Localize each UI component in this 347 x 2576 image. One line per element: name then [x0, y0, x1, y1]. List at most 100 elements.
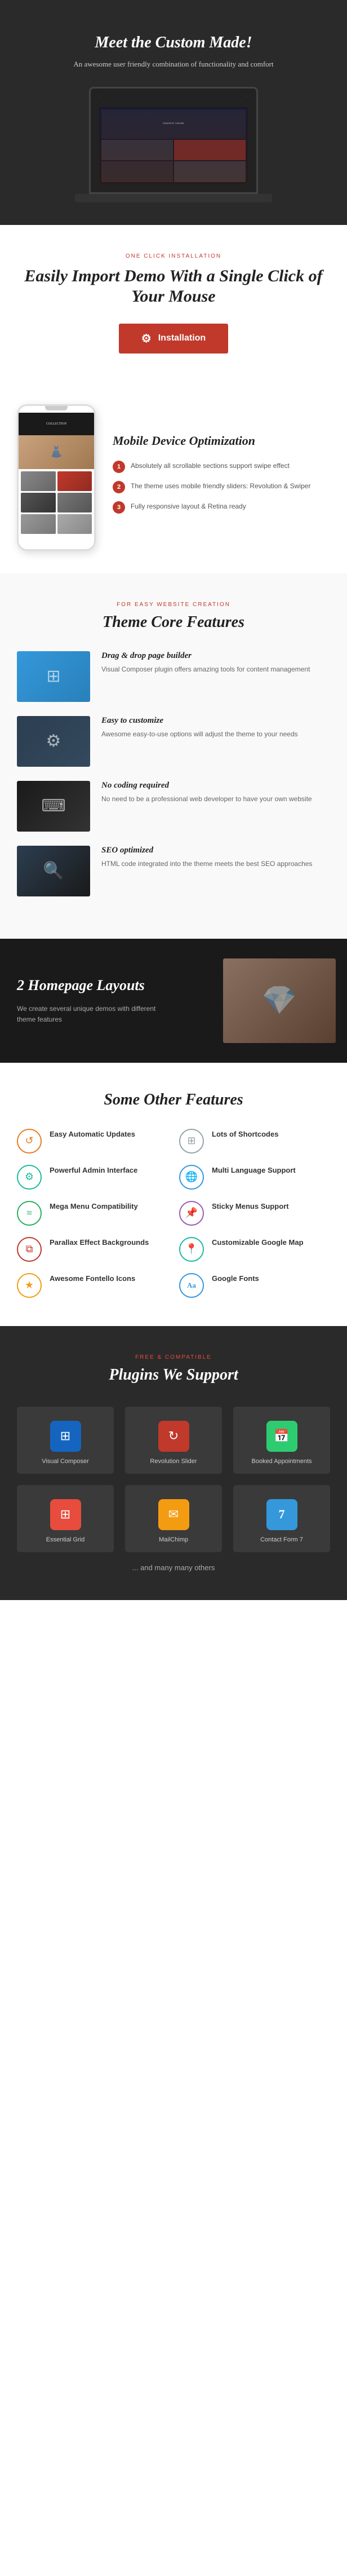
feat-item-6: 📌 Sticky Menus Support [179, 1201, 330, 1226]
feature-title-2: Easy to customize [101, 716, 330, 726]
other-features-title: Some Other Features [17, 1091, 330, 1109]
install-icon: ⚙ [141, 332, 152, 346]
feature-row-2: ⚙ Easy to customize Awesome easy-to-use … [17, 716, 330, 767]
feature-desc-1: Drag & drop page builder Visual Composer… [101, 651, 330, 675]
feature-row-1: ⊞ Drag & drop page builder Visual Compos… [17, 651, 330, 702]
phone-thumb-4 [57, 493, 92, 512]
feat-item-3: ⚙ Powerful Admin Interface [17, 1165, 168, 1190]
feature-desc-4: SEO optimized HTML code integrated into … [101, 846, 330, 869]
layouts-decoration: 💎 [223, 958, 336, 1043]
installation-title: Easily Import Demo With a Single Click o… [23, 266, 324, 307]
feat-label-2: Lots of Shortcodes [212, 1130, 278, 1138]
feature-img-inner-3: ⌨ [17, 781, 90, 832]
plugin-item-cf: 7 Contact Form 7 [233, 1485, 330, 1552]
phone-notch [45, 406, 68, 410]
plugin-item-vc: ⊞ Visual Composer [17, 1407, 114, 1474]
plugin-name-vc: Visual Composer [42, 1457, 89, 1465]
mobile-feature-text-3: Fully responsive layout & Retina ready [131, 501, 246, 511]
plugin-item-mc: ✉ MailChimp [125, 1485, 222, 1552]
feature-image-2: ⚙ [17, 716, 90, 767]
phone-thumb-6 [57, 514, 92, 534]
layouts-text: We create several unique demos with diff… [17, 1004, 174, 1025]
google-map-icon: 📍 [179, 1237, 204, 1262]
screen-body: FASHION THEME [99, 107, 248, 184]
installation-button[interactable]: ⚙ Installation [119, 324, 228, 354]
mobile-feature-1: 1 Absolutely all scrollable sections sup… [113, 461, 330, 473]
phone-screen-strip: COLLECTION [19, 413, 94, 435]
feature-title-1: Drag & drop page builder [101, 651, 330, 661]
phone-mockup: COLLECTION 👗 [17, 404, 96, 551]
fontello-icon: ★ [17, 1273, 42, 1298]
layouts-title: 2 Homepage Layouts [17, 976, 174, 995]
parallax-icon: ⧉ [17, 1237, 42, 1262]
feature-title-3: No coding required [101, 781, 330, 790]
feat-label-7: Parallax Effect Backgrounds [50, 1238, 149, 1247]
feat-label-10: Google Fonts [212, 1274, 259, 1283]
hero-title: Meet the Custom Made! [23, 34, 324, 52]
mobile-text: Mobile Device Optimization 1 Absolutely … [113, 433, 330, 522]
plugin-item-eg: ⊞ Essential Grid [17, 1485, 114, 1552]
essential-grid-icon: ⊞ [50, 1499, 81, 1530]
laptop-mockup: FASHION THEME [89, 87, 258, 194]
feat-label-3: Powerful Admin Interface [50, 1166, 137, 1174]
feat-label-8: Customizable Google Map [212, 1238, 304, 1247]
drag-drop-icon: ⊞ [46, 666, 60, 686]
installation-section: ONE CLICK INSTALLATION Easily Import Dem… [0, 225, 347, 382]
feature-desc-3: No coding required No need to be a profe… [101, 781, 330, 805]
phone-thumb-1 [21, 471, 56, 491]
mobile-feature-text-2: The theme uses mobile friendly sliders: … [131, 481, 310, 491]
feat-item-7: ⧉ Parallax Effect Backgrounds [17, 1237, 168, 1262]
feature-text-4: HTML code integrated into the theme meet… [101, 859, 330, 869]
contact-form-icon: 7 [266, 1499, 297, 1530]
customize-icon: ⚙ [46, 731, 61, 751]
feature-image-3: ⌨ [17, 781, 90, 832]
feature-img-inner-4: 🔍 [17, 846, 90, 896]
shortcodes-icon: ⊞ [179, 1129, 204, 1154]
plugin-name-ba: Booked Appointments [251, 1457, 312, 1465]
plugin-item-rs: ↻ Revolution Slider [125, 1407, 222, 1474]
core-features-section: FOR EASY WEBSITE CREATION Theme Core Fea… [0, 573, 347, 939]
feature-text-2: Awesome easy-to-use options will adjust … [101, 729, 330, 740]
core-features-title: Theme Core Features [17, 613, 330, 631]
phone-screen: COLLECTION 👗 [19, 413, 94, 542]
screen-header [99, 96, 248, 107]
layouts-content: 2 Homepage Layouts We create several uni… [17, 976, 174, 1025]
mobile-feature-text-1: Absolutely all scrollable sections suppo… [131, 461, 290, 471]
feature-img-inner-2: ⚙ [17, 716, 90, 767]
mobile-section: COLLECTION 👗 Mobile Device Optimization … [0, 382, 347, 573]
installation-eyebrow: ONE CLICK INSTALLATION [23, 253, 324, 259]
easy-updates-icon: ↺ [17, 1129, 42, 1154]
other-features-section: Some Other Features ↺ Easy Automatic Upd… [0, 1063, 347, 1326]
feature-number-2: 2 [113, 481, 125, 493]
admin-icon: ⚙ [17, 1165, 42, 1190]
no-coding-icon: ⌨ [41, 796, 65, 816]
plugin-item-ba: 📅 Booked Appointments [233, 1407, 330, 1474]
megamenu-icon: ≡ [17, 1201, 42, 1226]
laptop-base [75, 194, 272, 202]
google-fonts-icon: Aa [179, 1273, 204, 1298]
plugins-title: Plugins We Support [17, 1366, 330, 1384]
feature-text-1: Visual Composer plugin offers amazing to… [101, 664, 330, 675]
hero-content: Meet the Custom Made! An awesome user fr… [23, 34, 324, 202]
feat-item-2: ⊞ Lots of Shortcodes [179, 1129, 330, 1154]
feature-title-4: SEO optimized [101, 846, 330, 855]
feature-image-4: 🔍 [17, 846, 90, 896]
feature-desc-2: Easy to customize Awesome easy-to-use op… [101, 716, 330, 740]
feat-item-8: 📍 Customizable Google Map [179, 1237, 330, 1262]
plugin-name-rs: Revolution Slider [150, 1457, 197, 1465]
plugin-name-eg: Essential Grid [46, 1536, 84, 1544]
sticky-menus-icon: 📌 [179, 1201, 204, 1226]
feat-item-5: ≡ Mega Menu Compatibility [17, 1201, 168, 1226]
plugins-grid: ⊞ Visual Composer ↻ Revolution Slider 📅 … [17, 1407, 330, 1553]
feat-label-9: Awesome Fontello Icons [50, 1274, 135, 1283]
phone-thumb-2 [57, 471, 92, 491]
feat-label-5: Mega Menu Compatibility [50, 1202, 138, 1210]
phone-thumb-5 [21, 514, 56, 534]
layouts-section: 2 Homepage Layouts We create several uni… [0, 939, 347, 1063]
feature-number-3: 3 [113, 501, 125, 514]
mailchimp-icon: ✉ [158, 1499, 189, 1530]
phone-thumb-3 [21, 493, 56, 512]
multilang-icon: 🌐 [179, 1165, 204, 1190]
feat-label-4: Multi Language Support [212, 1166, 296, 1174]
feature-text-3: No need to be a professional web develop… [101, 794, 330, 805]
